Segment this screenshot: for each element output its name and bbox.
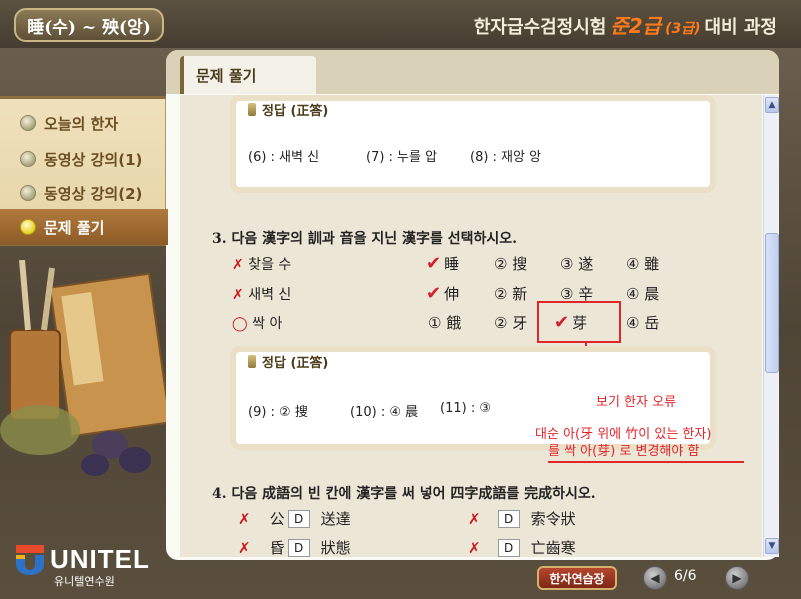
wrong-mark-icon: ✗	[232, 287, 244, 303]
wrong-mark-icon: ✗	[238, 538, 251, 557]
course-level-sub: (3급)	[665, 21, 701, 37]
header-bar: 睡(수) ~ 殃(앙) 한자급수검정시험 준2급 (3급) 대비 과정	[0, 0, 801, 48]
option-2[interactable]: ② 牙	[494, 312, 527, 333]
idiom-prefix: 公	[269, 510, 285, 528]
option-4[interactable]: ④ 雖	[626, 253, 659, 274]
answer-input[interactable]: D	[287, 538, 310, 557]
unitel-logo-icon	[16, 544, 44, 575]
idiom-row: ✗ 昏 D 狀態	[238, 537, 351, 558]
question-meaning: 찾을 수	[248, 257, 292, 273]
correction-note-line2: 를 싹 아(芽) 로 변경해야 함	[548, 444, 700, 459]
answer-header-label: 정답 (正答)	[262, 356, 329, 371]
menu-item-label: 오늘의 한자	[44, 114, 119, 133]
idiom-suffix: 送達	[320, 510, 351, 528]
hanja-practice-button[interactable]: 한자연습장	[537, 566, 617, 590]
answer-item: (7) : 누를 압	[366, 150, 438, 165]
logo-subtitle: 유니텔연수원	[54, 575, 115, 588]
prev-page-icon[interactable]: ◀	[643, 566, 667, 590]
scroll-thumb[interactable]	[765, 233, 779, 373]
answer-item: (6) : 새벽 신	[248, 150, 320, 165]
tab-practice[interactable]: 문제 풀기	[180, 56, 316, 94]
idiom-suffix: 狀態	[320, 539, 351, 557]
error-note: 보기 한자 오류	[596, 395, 677, 410]
wrong-mark-icon: ✗	[238, 509, 251, 528]
option-2[interactable]: ② 新	[494, 283, 527, 304]
side-menu: 오늘의 한자 동영상 강의(1) 동영상 강의(2) 문제 풀기	[0, 96, 169, 246]
next-page-icon[interactable]: ▶	[725, 566, 749, 590]
note-underline	[548, 461, 744, 463]
idiom-row: ✗ D 索令狀	[468, 508, 576, 529]
answer-item: (9) : ② 搜	[248, 405, 308, 420]
question-3-title: 3. 다음 漢字의 訓과 音을 지닌 漢字를 선택하시오.	[212, 231, 518, 247]
question-meaning: 새벽 신	[248, 287, 292, 303]
option-1[interactable]: ① 餓	[428, 312, 461, 333]
answer-input[interactable]: D	[497, 509, 520, 528]
option-4[interactable]: ④ 岳	[626, 312, 659, 333]
question-meaning: 싹 아	[252, 316, 283, 332]
wrong-mark-icon: ✗	[232, 257, 244, 273]
wrong-mark-icon: ✗	[468, 538, 481, 557]
idiom-row: ✗ D 亡齒寒	[468, 537, 576, 558]
wrong-mark-icon: ✗	[468, 509, 481, 528]
answer-input[interactable]: D	[497, 538, 520, 557]
bullet-icon	[20, 185, 36, 201]
course-prefix: 한자급수검정시험	[473, 17, 607, 38]
option-2[interactable]: ② 搜	[494, 253, 527, 274]
answer-item: (8) : 재앙 앙	[470, 150, 542, 165]
lesson-title: 睡(수) ~ 殃(앙)	[14, 8, 164, 42]
idiom-suffix: 索令狀	[530, 510, 576, 528]
logo-name: UNITEL	[50, 544, 150, 574]
answer-item: (10) : ④ 晨	[350, 405, 419, 420]
menu-item-label: 문제 풀기	[44, 218, 105, 237]
answer-header-1: 정답 (正答)	[248, 100, 328, 119]
question-4-title: 4. 다음 成語의 빈 칸에 漢字를 써 넣어 四字成語를 完成하시오.	[212, 486, 596, 502]
option-label: 伸	[444, 285, 460, 303]
bullet-icon	[20, 219, 36, 235]
answer-input[interactable]: D	[287, 509, 310, 528]
course-suffix: 대비 과정	[704, 17, 777, 38]
answer-header-2: 정답 (正答)	[248, 352, 328, 371]
decorative-illustration	[0, 260, 168, 476]
menu-item-label: 동영상 강의(1)	[44, 150, 143, 169]
scroll-down-icon[interactable]: ▼	[765, 538, 779, 554]
question-number: ✗ 새벽 신	[232, 284, 291, 304]
scroll-up-icon[interactable]: ▲	[765, 97, 779, 113]
option-4[interactable]: ④ 晨	[626, 283, 659, 304]
option-1[interactable]: ✔ 睡	[426, 253, 459, 274]
menu-item-today-hanja[interactable]: 오늘의 한자	[20, 111, 118, 135]
vertical-scrollbar[interactable]: ▲ ▼	[763, 95, 779, 557]
checkmark-icon: ✔	[426, 253, 442, 274]
idiom-row: ✗ 公 D 送達	[238, 508, 351, 529]
option-1[interactable]: ✔ 伸	[426, 283, 459, 304]
menu-item-label: 동영상 강의(2)	[44, 184, 143, 203]
error-highlight-box	[537, 301, 621, 343]
unitel-logo: UNITEL 유니텔연수원	[16, 544, 150, 589]
idiom-prefix: 昏	[269, 539, 285, 557]
bullet-icon	[20, 115, 36, 131]
menu-item-video-2[interactable]: 동영상 강의(2)	[20, 181, 142, 205]
course-title: 한자급수검정시험 준2급 (3급) 대비 과정	[474, 10, 777, 40]
answer-item: (11) : ③	[440, 401, 491, 416]
page-indicator: 6/6	[674, 568, 697, 584]
course-level: 준2급	[610, 14, 662, 38]
pencil-icon	[248, 355, 256, 368]
bullet-icon	[20, 151, 36, 167]
option-label: 睡	[444, 255, 460, 273]
wrong-mark-icon: ◯	[232, 316, 248, 332]
pencil-icon	[248, 103, 256, 116]
checkmark-icon: ✔	[426, 283, 442, 304]
menu-item-video-1[interactable]: 동영상 강의(1)	[20, 147, 142, 171]
answer-header-label: 정답 (正答)	[262, 104, 329, 119]
question-number: ✗ 찾을 수	[232, 254, 291, 274]
option-3[interactable]: ③ 遂	[560, 253, 593, 274]
question-number: ◯ 싹 아	[232, 313, 282, 333]
menu-item-practice[interactable]: 문제 풀기	[0, 209, 169, 245]
idiom-suffix: 亡齒寒	[530, 539, 576, 557]
